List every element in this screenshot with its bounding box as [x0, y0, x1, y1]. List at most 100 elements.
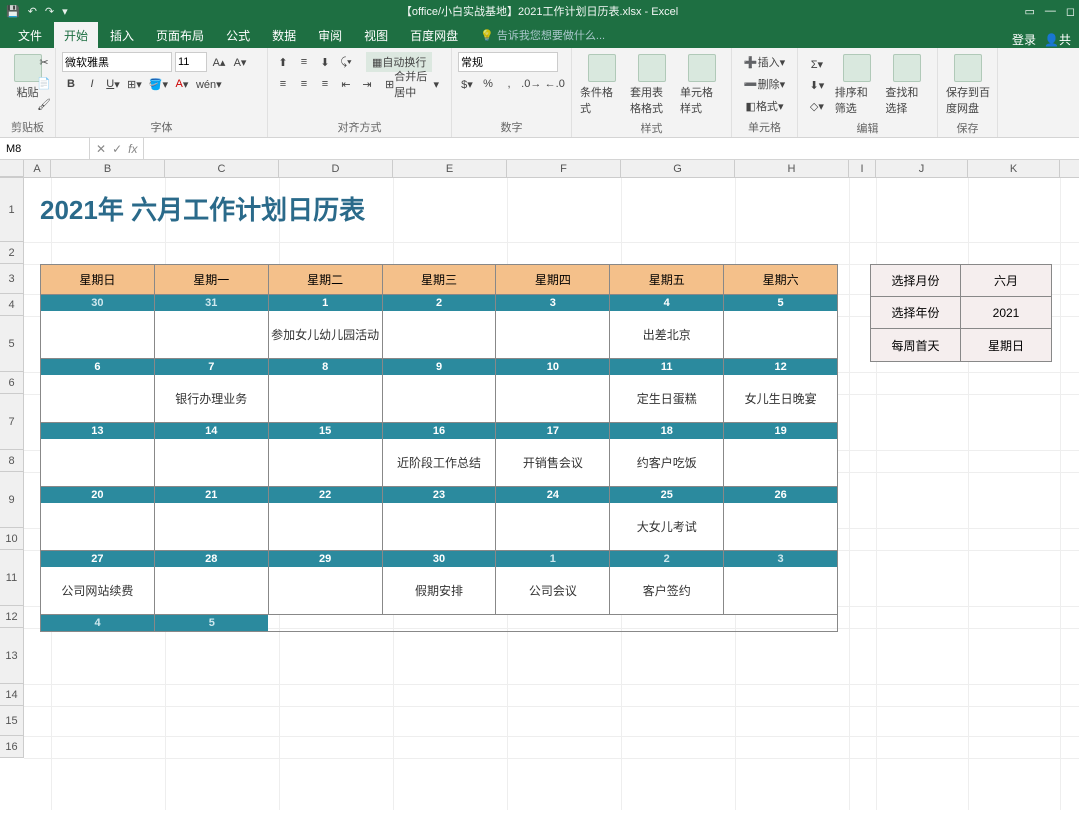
minimize-icon[interactable]: —: [1045, 5, 1056, 18]
align-center-icon[interactable]: ≡: [295, 74, 313, 94]
align-right-icon[interactable]: ≡: [316, 74, 334, 94]
setting-cell[interactable]: 每周首天: [871, 329, 961, 361]
underline-button[interactable]: U▾: [104, 74, 122, 94]
day-cell[interactable]: 出差北京: [610, 311, 724, 359]
autosum-icon[interactable]: Σ▾: [804, 54, 830, 74]
row-header[interactable]: 16: [0, 736, 24, 758]
setting-cell[interactable]: 2021: [961, 297, 1051, 329]
col-header[interactable]: G: [621, 160, 735, 177]
border-button[interactable]: ⊞▾: [125, 74, 144, 94]
inc-decimal-icon[interactable]: .0→: [521, 74, 542, 94]
comma-icon[interactable]: ,: [500, 74, 518, 94]
bold-button[interactable]: B: [62, 74, 80, 94]
day-cell[interactable]: [41, 439, 155, 487]
format-painter-icon[interactable]: 🖌: [35, 94, 53, 114]
tab-formulas[interactable]: 公式: [216, 22, 260, 48]
cell-styles-button[interactable]: 单元格样式: [678, 52, 725, 118]
row-header[interactable]: 11: [0, 550, 24, 606]
col-header[interactable]: E: [393, 160, 507, 177]
fill-color-button[interactable]: 🪣▾: [147, 74, 170, 94]
fill-icon[interactable]: ⬇▾: [804, 75, 830, 95]
cond-format-button[interactable]: 条件格式: [578, 52, 625, 118]
tell-me[interactable]: 💡 告诉我您想要做什么...: [470, 22, 615, 48]
row-header[interactable]: 4: [0, 294, 24, 316]
day-cell[interactable]: 银行办理业务: [155, 375, 269, 423]
col-header[interactable]: A: [24, 160, 51, 177]
font-name[interactable]: [62, 52, 172, 72]
day-cell[interactable]: [724, 567, 837, 615]
delete-cells-button[interactable]: ➖ 删除 ▾: [738, 74, 791, 94]
fx-cancel-icon[interactable]: ✕: [96, 142, 106, 156]
tab-layout[interactable]: 页面布局: [146, 22, 214, 48]
insert-cells-button[interactable]: ➕ 插入 ▾: [738, 52, 791, 72]
indent-inc-icon[interactable]: ⇥: [358, 74, 376, 94]
day-cell[interactable]: 开销售会议: [496, 439, 610, 487]
day-cell[interactable]: [269, 567, 383, 615]
day-cell[interactable]: [41, 503, 155, 551]
dec-decimal-icon[interactable]: ←.0: [545, 74, 566, 94]
day-cell[interactable]: [269, 375, 383, 423]
row-header[interactable]: 3: [0, 264, 24, 294]
row-header[interactable]: 14: [0, 684, 24, 706]
day-cell[interactable]: [724, 311, 837, 359]
setting-cell[interactable]: 选择月份: [871, 265, 961, 297]
align-middle-icon[interactable]: ≡: [295, 52, 313, 72]
clear-icon[interactable]: ◇▾: [804, 96, 830, 116]
day-cell[interactable]: [155, 311, 269, 359]
row-header[interactable]: 10: [0, 528, 24, 550]
save-baidu-button[interactable]: 保存到百度网盘: [944, 52, 992, 118]
day-cell[interactable]: [269, 439, 383, 487]
format-cells-button[interactable]: ◧ 格式 ▾: [738, 96, 791, 116]
day-cell[interactable]: [383, 375, 497, 423]
day-cell[interactable]: 公司会议: [496, 567, 610, 615]
setting-cell[interactable]: 六月: [961, 265, 1051, 297]
name-box[interactable]: M8: [0, 138, 90, 159]
percent-icon[interactable]: %: [479, 74, 497, 94]
login-link[interactable]: 登录: [1012, 31, 1036, 48]
day-cell[interactable]: [269, 503, 383, 551]
day-cell[interactable]: [496, 503, 610, 551]
day-cell[interactable]: [496, 375, 610, 423]
sort-filter-button[interactable]: 排序和筛选: [833, 52, 881, 118]
orientation-icon[interactable]: ⤹▾: [337, 52, 355, 72]
day-cell[interactable]: [383, 311, 497, 359]
italic-button[interactable]: I: [83, 74, 101, 94]
col-header[interactable]: D: [279, 160, 393, 177]
col-header[interactable]: B: [51, 160, 165, 177]
cut-icon[interactable]: ✂: [35, 52, 53, 72]
maximize-icon[interactable]: ◻: [1066, 5, 1075, 18]
tab-home[interactable]: 开始: [54, 22, 98, 48]
share-link[interactable]: 👤共: [1044, 31, 1071, 48]
tab-baidu[interactable]: 百度网盘: [400, 22, 468, 48]
day-cell[interactable]: [383, 503, 497, 551]
table-format-button[interactable]: 套用表格格式: [628, 52, 675, 118]
select-all-corner[interactable]: [0, 160, 24, 177]
fx-icon[interactable]: fx: [128, 142, 137, 156]
col-header[interactable]: C: [165, 160, 279, 177]
copy-icon[interactable]: 📄: [35, 73, 53, 93]
col-header[interactable]: K: [968, 160, 1060, 177]
align-left-icon[interactable]: ≡: [274, 74, 292, 94]
day-cell[interactable]: [41, 311, 155, 359]
grow-font-icon[interactable]: A▴: [210, 52, 228, 72]
row-header[interactable]: 15: [0, 706, 24, 736]
undo-icon[interactable]: ↶: [28, 5, 37, 18]
worksheet[interactable]: ABCDEFGHIJK 12345678910111213141516 2021…: [0, 160, 1079, 810]
day-cell[interactable]: 参加女儿幼儿园活动: [269, 311, 383, 359]
row-header[interactable]: 1: [0, 178, 24, 242]
tab-data[interactable]: 数据: [262, 22, 306, 48]
align-bottom-icon[interactable]: ⬇: [316, 52, 334, 72]
day-cell[interactable]: [41, 375, 155, 423]
row-header[interactable]: 13: [0, 628, 24, 684]
font-color-button[interactable]: A▾: [173, 74, 191, 94]
font-size[interactable]: [175, 52, 207, 72]
day-cell[interactable]: [155, 503, 269, 551]
col-header[interactable]: H: [735, 160, 849, 177]
row-header[interactable]: 2: [0, 242, 24, 264]
day-cell[interactable]: 定生日蛋糕: [610, 375, 724, 423]
day-cell[interactable]: 近阶段工作总结: [383, 439, 497, 487]
fx-confirm-icon[interactable]: ✓: [112, 142, 122, 156]
day-cell[interactable]: 假期安排: [383, 567, 497, 615]
phonetic-button[interactable]: wén▾: [194, 74, 224, 94]
tab-insert[interactable]: 插入: [100, 22, 144, 48]
